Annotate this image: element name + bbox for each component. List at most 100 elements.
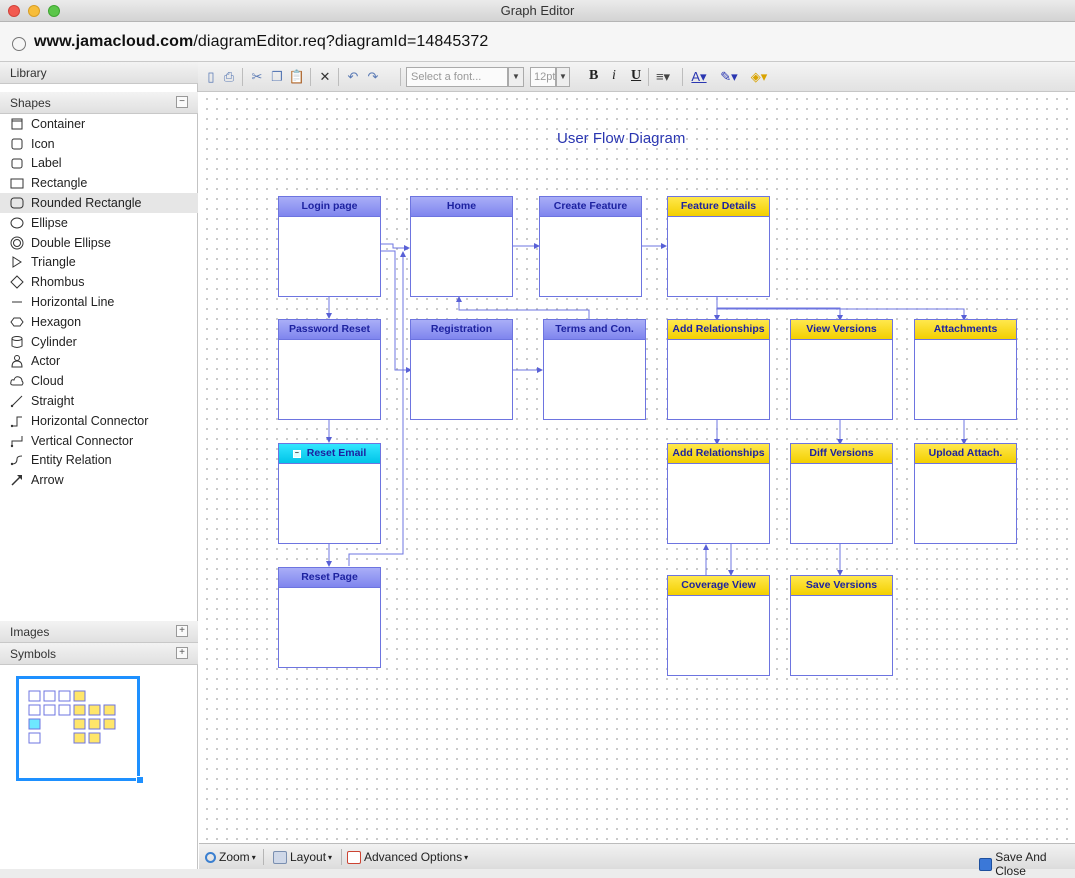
paste-icon[interactable]: 📋 — [288, 68, 306, 86]
italic-button[interactable]: i — [612, 68, 616, 84]
shape-item-horizontal-connector[interactable]: Horizontal Connector — [0, 411, 198, 431]
node-reset-page[interactable]: Reset Page — [278, 567, 381, 668]
node-coverage-view[interactable]: Coverage View — [667, 575, 770, 676]
arrow-icon — [10, 473, 26, 487]
images-section-header[interactable]: Images + — [0, 621, 198, 643]
node-view-versions[interactable]: View Versions — [790, 319, 893, 420]
print-icon[interactable]: ⎙ — [220, 68, 238, 86]
shape-item-container[interactable]: Container — [0, 114, 198, 134]
expand-images-button[interactable]: + — [176, 625, 188, 637]
shape-item-cylinder[interactable]: Cylinder — [0, 332, 198, 352]
shape-item-horizontal-line[interactable]: Horizontal Line — [0, 292, 198, 312]
zoom-menu[interactable]: Zoom ▾ — [205, 850, 256, 864]
toolbar-separator — [648, 68, 649, 86]
shape-item-vertical-connector[interactable]: Vertical Connector — [0, 431, 198, 451]
shape-item-rhombus[interactable]: Rhombus — [0, 272, 198, 292]
shape-item-label: Rounded Rectangle — [31, 196, 142, 211]
font-size-dropdown-arrow-icon[interactable]: ▼ — [556, 67, 570, 87]
node-login-page[interactable]: Login page — [278, 196, 381, 297]
undo-icon[interactable]: ↶ — [344, 68, 362, 86]
cloud-icon — [10, 374, 26, 388]
diagram-outline-viewport[interactable] — [16, 676, 140, 781]
url-host: www.jamacloud.com — [34, 33, 194, 50]
shape-item-label[interactable]: Label — [0, 154, 198, 174]
advanced-options-label: Advanced Options — [364, 850, 463, 864]
node-registration[interactable]: Registration — [410, 319, 513, 420]
cut-icon[interactable]: ✂ — [248, 68, 266, 86]
shape-item-icon[interactable]: Icon — [0, 134, 198, 154]
cylinder-icon — [10, 335, 26, 349]
diagram-canvas[interactable]: User Flow Diagram Login page Home Create… — [199, 92, 1075, 843]
node-reset-email[interactable]: − Reset Email — [278, 443, 381, 544]
shape-item-label: Vertical Connector — [31, 433, 134, 448]
shape-item-entity-relation[interactable]: Entity Relation — [0, 451, 198, 471]
horizontal-line-icon — [10, 295, 26, 309]
toolbar-separator — [682, 68, 683, 86]
url-text[interactable]: www.jamacloud.com/diagramEditor.req?diag… — [34, 33, 488, 51]
shape-item-actor[interactable]: Actor — [0, 352, 198, 372]
redo-icon[interactable]: ↷ — [364, 68, 382, 86]
font-family-select[interactable]: Select a font... — [406, 67, 508, 87]
save-and-close-button[interactable]: Save And Close — [979, 850, 1075, 878]
align-icon[interactable]: ≡▾ — [654, 68, 672, 86]
font-dropdown-arrow-icon[interactable]: ▼ — [508, 67, 524, 87]
shape-item-label: Container — [31, 116, 86, 131]
shape-item-rounded-rectangle[interactable]: Rounded Rectangle — [0, 193, 198, 213]
shape-item-arrow[interactable]: Arrow — [0, 470, 198, 490]
node-diff-versions[interactable]: Diff Versions — [790, 443, 893, 544]
shapes-section-header[interactable]: Shapes − — [0, 92, 198, 114]
layout-menu[interactable]: Layout ▾ — [273, 850, 332, 864]
outline-resize-handle[interactable] — [136, 776, 144, 784]
node-add-relationships-2[interactable]: Add Relationships — [667, 443, 770, 544]
node-title: Login page — [279, 197, 380, 217]
shape-item-triangle[interactable]: Triangle — [0, 253, 198, 273]
font-color-icon[interactable]: A▾ — [690, 68, 708, 86]
node-password-reset[interactable]: Password Reset — [278, 319, 381, 420]
line-color-icon[interactable]: ✎▾ — [720, 68, 738, 86]
status-separator — [263, 849, 264, 865]
new-icon[interactable]: ▯ — [202, 68, 220, 86]
format-toolbar: ▯ ⎙ ✂ ❐ 📋 ✕ ↶ ↷ Select a font... ▼ 12pt … — [198, 62, 1075, 92]
collapse-node-icon[interactable]: − — [292, 450, 301, 458]
delete-icon[interactable]: ✕ — [316, 68, 334, 86]
shape-item-label: Cylinder — [31, 334, 77, 349]
font-size-select[interactable]: 12pt — [530, 67, 556, 87]
node-title-text: Reset Email — [306, 447, 367, 459]
shape-item-rectangle[interactable]: Rectangle — [0, 173, 198, 193]
connector — [381, 243, 410, 251]
node-attachments[interactable]: Attachments — [914, 319, 1017, 420]
node-title: Save Versions — [791, 576, 892, 596]
underline-button[interactable]: U — [631, 68, 641, 84]
toolbar-separator — [338, 68, 339, 86]
shape-item-ellipse[interactable]: Ellipse — [0, 213, 198, 233]
symbols-section-header[interactable]: Symbols + — [0, 643, 198, 665]
connector — [716, 302, 843, 321]
entity-relation-icon — [10, 453, 26, 467]
url-bar[interactable]: www.jamacloud.com/diagramEditor.req?diag… — [0, 22, 1075, 62]
node-terms-and-conditions[interactable]: Terms and Con. — [543, 319, 646, 420]
shape-item-label: Actor — [31, 354, 61, 369]
shape-item-straight[interactable]: Straight — [0, 391, 198, 411]
shape-item-hexagon[interactable]: Hexagon — [0, 312, 198, 332]
save-and-close-label: Save And Close — [995, 850, 1047, 878]
shape-item-label: Hexagon — [31, 314, 82, 329]
node-save-versions[interactable]: Save Versions — [790, 575, 893, 676]
node-create-feature[interactable]: Create Feature — [539, 196, 642, 297]
shape-item-cloud[interactable]: Cloud — [0, 371, 198, 391]
toolbar-separator — [400, 68, 401, 86]
copy-icon[interactable]: ❐ — [268, 68, 286, 86]
shape-item-label: Icon — [31, 136, 55, 151]
node-feature-details[interactable]: Feature Details — [667, 196, 770, 297]
node-upload-attachments[interactable]: Upload Attach. — [914, 443, 1017, 544]
container-icon — [10, 117, 26, 131]
fill-color-icon[interactable]: ◈▾ — [750, 68, 768, 86]
advanced-options-menu[interactable]: Advanced Options ▾ — [347, 850, 468, 864]
rectangle-icon — [10, 176, 26, 190]
collapse-shapes-button[interactable]: − — [176, 96, 188, 108]
diagram-title[interactable]: User Flow Diagram — [557, 130, 685, 147]
node-add-relationships[interactable]: Add Relationships — [667, 319, 770, 420]
shape-item-double-ellipse[interactable]: Double Ellipse — [0, 233, 198, 253]
expand-symbols-button[interactable]: + — [176, 647, 188, 659]
bold-button[interactable]: B — [589, 68, 598, 84]
node-home[interactable]: Home — [410, 196, 513, 297]
